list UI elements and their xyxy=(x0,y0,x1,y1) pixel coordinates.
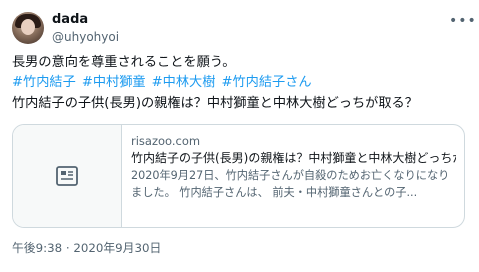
card-body: risazoo.com 竹内結子の子供(長男)の親権は？中村獅童と中林大樹どっち… xyxy=(131,133,461,201)
hashtag-link[interactable]: #中林大樹 xyxy=(152,75,216,90)
tweet-text-line: 竹内結子の子供(長男)の親権は？中村獅童と中林大樹どっちが取る？ xyxy=(12,96,418,111)
hashtag-row: #竹内結子 #中村獅童 #中林大樹 #竹内結子さん xyxy=(12,74,318,92)
hashtag-link[interactable]: #竹内結子さん xyxy=(221,75,311,90)
card-domain: risazoo.com xyxy=(131,134,201,148)
card-thumbnail xyxy=(13,125,122,227)
hashtag-link[interactable]: #竹内結子 xyxy=(12,75,76,90)
tweet-text-line: 長男の意向を尊重されることを願う。 xyxy=(12,55,236,70)
hashtag-link[interactable]: #中村獅童 xyxy=(82,75,146,90)
more-horizontal-icon[interactable]: ••• xyxy=(449,14,477,28)
link-card[interactable]: risazoo.com 竹内結子の子供(長男)の親権は？中村獅童と中林大樹どっち… xyxy=(12,124,465,228)
card-title: 竹内結子の子供(長男)の親権は？中村獅童と中林大樹どっちが取る？ xyxy=(131,151,456,165)
avatar-face xyxy=(21,19,35,35)
article-icon xyxy=(56,166,78,186)
author-handle[interactable]: @uhyohyoi xyxy=(52,30,119,45)
avatar[interactable] xyxy=(12,12,44,44)
tweet-timestamp[interactable]: 午後9:38 · 2020年9月30日 xyxy=(12,240,161,256)
author-name[interactable]: dada xyxy=(52,12,88,28)
card-description: 2020年9月27日、竹内結子さんが自殺のためお亡くなりになりました。 竹内結子… xyxy=(131,169,450,199)
